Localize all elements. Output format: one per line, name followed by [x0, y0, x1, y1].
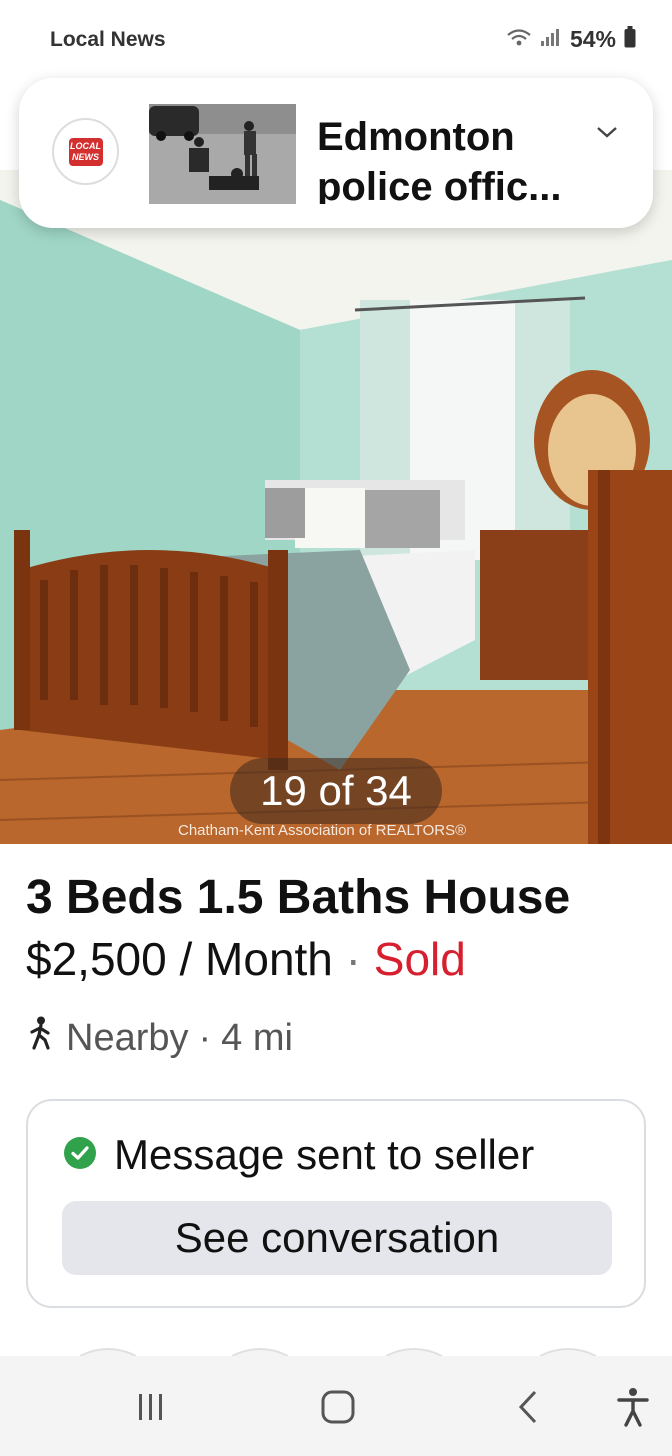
news-card[interactable]: LOCAL NEWS Edmonton police offic...: [19, 78, 653, 228]
listing-price-row: $2,500 / Month · Sold: [26, 932, 466, 986]
accessibility-icon[interactable]: [608, 1384, 658, 1430]
home-icon[interactable]: [313, 1384, 363, 1430]
walking-person-icon: [26, 1016, 56, 1060]
status-indicators: 54%: [506, 26, 636, 53]
nearby-row: Nearby · 4 mi: [26, 1016, 293, 1060]
nearby-separator: ·: [198, 1016, 212, 1059]
battery-icon: [624, 26, 636, 53]
local-news-logo: LOCAL NEWS: [52, 118, 119, 185]
back-icon[interactable]: [503, 1384, 553, 1430]
check-circle-icon: [64, 1136, 96, 1174]
photo-counter: 19 of 34: [230, 758, 442, 824]
action-buttons-peek: [0, 1336, 672, 1357]
price-separator: ·: [332, 933, 374, 985]
local-news-logo-text: LOCAL NEWS: [68, 137, 103, 166]
status-bar: Local News 54%: [0, 0, 672, 84]
system-nav-bar: [0, 1356, 672, 1456]
message-status-row: Message sent to seller: [64, 1131, 534, 1179]
listing-price: $2,500 / Month: [26, 933, 333, 985]
wifi-icon: [506, 27, 532, 52]
photo-watermark: Chatham-Kent Association of REALTORS®: [178, 822, 467, 839]
listing-title: 3 Beds 1.5 Baths House: [26, 871, 571, 924]
nearby-distance: 4 mi: [221, 1016, 293, 1059]
recent-apps-icon[interactable]: [126, 1384, 176, 1430]
listing-photo[interactable]: 19 of 34 Chatham-Kent Association of REA…: [0, 170, 672, 844]
news-headline: Edmonton police offic...: [317, 115, 562, 204]
signal-icon: [540, 27, 562, 52]
listing-status: Sold: [373, 933, 466, 985]
status-app-name: Local News: [50, 28, 166, 51]
chevron-down-icon[interactable]: [595, 124, 619, 145]
see-conversation-button[interactable]: See conversation: [62, 1201, 612, 1275]
news-thumbnail: [149, 104, 296, 204]
message-card: Message sent to seller See conversation: [26, 1099, 646, 1308]
battery-percent: 54%: [569, 26, 616, 52]
message-status-text: Message sent to seller: [114, 1131, 535, 1178]
nearby-label: Nearby: [66, 1016, 189, 1059]
